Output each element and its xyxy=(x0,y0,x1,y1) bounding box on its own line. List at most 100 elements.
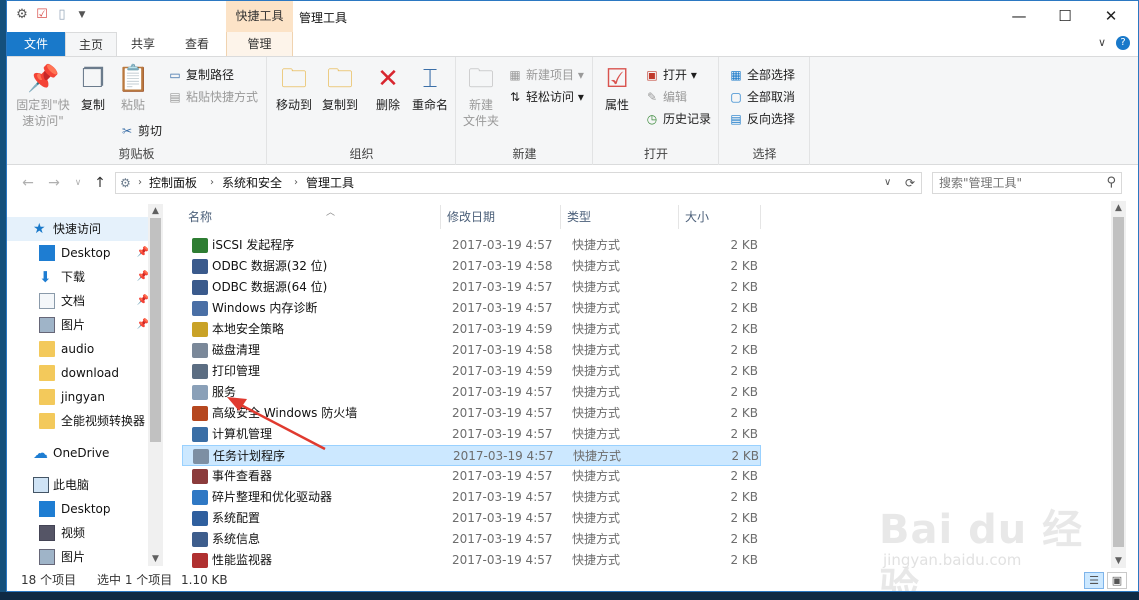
nav-quick-access[interactable]: ★ 快速访问 xyxy=(7,217,149,241)
breadcrumb-system-security[interactable]: 系统和安全 xyxy=(222,173,282,193)
nav-scroll-thumb[interactable] xyxy=(150,218,161,442)
paste-shortcut-button[interactable]: ▤ 粘贴快捷方式 xyxy=(167,87,258,107)
list-scrollbar[interactable]: ▲ ▼ xyxy=(1111,201,1126,568)
delete-button[interactable]: ✕ 删除 xyxy=(372,63,404,113)
edit-button[interactable]: ✎ 编辑 xyxy=(644,87,687,107)
file-size: 2 KB xyxy=(730,343,758,357)
file-row[interactable]: ODBC 数据源(32 位) 2017-03-19 4:58 快捷方式 2 KB xyxy=(182,256,761,277)
desktop-icon xyxy=(39,501,55,517)
paste-button[interactable]: 📋 粘贴 xyxy=(115,63,151,113)
nav-item-documents[interactable]: 文档 📌 xyxy=(7,289,149,313)
pin-quick-access-button[interactable]: 📌 固定到"快 速访问" xyxy=(13,63,73,129)
easy-access-button[interactable]: ⇅ 轻松访问 ▾ xyxy=(507,87,584,107)
nav-pc-videos[interactable]: 视频 xyxy=(7,521,149,545)
tab-share[interactable]: 共享 xyxy=(117,32,169,56)
nav-item-jingyan[interactable]: jingyan xyxy=(7,385,149,409)
nav-pc-pictures[interactable]: 图片 xyxy=(7,545,149,569)
tab-file[interactable]: 文件 xyxy=(7,32,65,56)
select-none-button[interactable]: ▢ 全部取消 xyxy=(728,87,795,107)
file-row[interactable]: 碎片整理和优化驱动器 2017-03-19 4:57 快捷方式 2 KB xyxy=(182,487,761,508)
maximize-button[interactable]: ☐ xyxy=(1042,1,1088,32)
move-to-button[interactable]: 🗀 移动到 xyxy=(274,63,314,113)
scroll-up-icon[interactable]: ▲ xyxy=(1111,201,1126,215)
nav-item-downloads[interactable]: ⬇ 下载 📌 xyxy=(7,265,149,289)
close-button[interactable]: ✕ xyxy=(1088,1,1134,32)
minimize-button[interactable]: — xyxy=(996,1,1042,32)
scroll-up-icon[interactable]: ▲ xyxy=(148,204,163,218)
file-row[interactable]: 服务 2017-03-19 4:57 快捷方式 2 KB xyxy=(182,382,761,403)
breadcrumb-admin-tools[interactable]: 管理工具 xyxy=(306,173,354,193)
address-dropdown-icon[interactable]: ∨ xyxy=(884,173,891,193)
cut-button[interactable]: ✂ 剪切 xyxy=(119,121,162,141)
history-button[interactable]: ◷ 历史记录 xyxy=(644,109,711,129)
new-folder-qat-icon[interactable]: ▯ xyxy=(55,7,69,23)
file-row[interactable]: 本地安全策略 2017-03-19 4:59 快捷方式 2 KB xyxy=(182,319,761,340)
file-row[interactable]: 高级安全 Windows 防火墙 2017-03-19 4:57 快捷方式 2 KB xyxy=(182,403,761,424)
customize-qat-icon[interactable]: ▼ xyxy=(75,7,89,23)
file-row[interactable]: Windows 内存诊断 2017-03-19 4:57 快捷方式 2 KB xyxy=(182,298,761,319)
help-icon[interactable]: ? xyxy=(1116,36,1130,50)
nav-item-download[interactable]: download xyxy=(7,361,149,385)
invert-selection-button[interactable]: ▤ 反向选择 xyxy=(728,109,795,129)
address-bar[interactable]: ⚙ › 控制面板 › 系统和安全 › 管理工具 ∨ ⟳ xyxy=(115,172,922,194)
column-header-size[interactable]: 大小 xyxy=(679,205,761,229)
file-row[interactable]: 系统信息 2017-03-19 4:57 快捷方式 2 KB xyxy=(182,529,761,550)
copy-button[interactable]: ❐ 复制 xyxy=(75,63,111,113)
copy-folder-icon: 🗀 xyxy=(326,64,353,94)
file-row[interactable]: 性能监视器 2017-03-19 4:57 快捷方式 2 KB xyxy=(182,550,761,571)
file-row[interactable]: 系统配置 2017-03-19 4:57 快捷方式 2 KB xyxy=(182,508,761,529)
file-row[interactable]: 打印管理 2017-03-19 4:59 快捷方式 2 KB xyxy=(182,361,761,382)
list-scroll-thumb[interactable] xyxy=(1113,217,1124,547)
ribbon-expand-icon[interactable]: ∨ xyxy=(1098,36,1106,50)
file-row[interactable]: 磁盘清理 2017-03-19 4:58 快捷方式 2 KB xyxy=(182,340,761,361)
up-button[interactable]: ↑ xyxy=(91,174,109,192)
tab-manage[interactable]: 管理 xyxy=(226,32,293,56)
nav-this-pc[interactable]: 此电脑 xyxy=(7,473,149,497)
search-box[interactable]: ⚲ xyxy=(932,172,1122,194)
nav-scrollbar[interactable]: ▲ ▼ xyxy=(148,204,163,566)
nav-item-desktop[interactable]: Desktop 📌 xyxy=(7,241,149,265)
recent-locations-button[interactable]: ∨ xyxy=(69,174,87,192)
column-header-type[interactable]: 类型 xyxy=(561,205,679,229)
properties-button[interactable]: ☑ 属性 xyxy=(600,63,634,113)
large-icons-view-icon[interactable]: ▣ xyxy=(1107,572,1127,589)
back-button[interactable]: ← xyxy=(19,174,37,192)
refresh-icon[interactable]: ⟳ xyxy=(905,173,915,193)
column-header-date[interactable]: 修改日期 xyxy=(441,205,561,229)
tab-home[interactable]: 主页 xyxy=(65,32,117,56)
new-folder-button[interactable]: 🗀 新建 文件夹 xyxy=(461,63,501,129)
copy-to-button[interactable]: 🗀 复制到 xyxy=(320,63,360,113)
system-menu-icon[interactable]: ⚙ xyxy=(15,7,29,23)
search-input[interactable] xyxy=(939,175,1099,191)
file-row[interactable]: ODBC 数据源(64 位) 2017-03-19 4:57 快捷方式 2 KB xyxy=(182,277,761,298)
file-size: 2 KB xyxy=(730,532,758,546)
breadcrumb-control-panel[interactable]: 控制面板 xyxy=(149,173,197,193)
open-button[interactable]: ▣ 打开 ▾ xyxy=(644,65,697,85)
column-header-name[interactable]: 名称 ︿ xyxy=(182,205,441,229)
properties-qat-icon[interactable]: ☑ xyxy=(35,7,49,23)
nav-pc-desktop[interactable]: Desktop xyxy=(7,497,149,521)
details-view-icon[interactable]: ☰ xyxy=(1084,572,1104,589)
tab-view[interactable]: 查看 xyxy=(169,32,225,56)
breadcrumb-separator[interactable]: › xyxy=(138,173,142,193)
scroll-down-icon[interactable]: ▼ xyxy=(148,552,163,566)
nav-onedrive[interactable]: ☁ OneDrive xyxy=(7,441,149,465)
nav-item-pictures[interactable]: 图片 📌 xyxy=(7,313,149,337)
breadcrumb-separator[interactable]: › xyxy=(210,173,214,193)
select-all-button[interactable]: ▦ 全部选择 xyxy=(728,65,795,85)
new-item-button[interactable]: ▦ 新建项目 ▾ xyxy=(507,65,584,85)
file-size: 2 KB xyxy=(730,469,758,483)
video-icon xyxy=(39,525,55,541)
rename-button[interactable]: ⌶ 重命名 xyxy=(408,63,452,113)
scroll-down-icon[interactable]: ▼ xyxy=(1111,554,1126,568)
file-row[interactable]: 任务计划程序 2017-03-19 4:57 快捷方式 2 KB xyxy=(182,445,761,466)
breadcrumb-separator[interactable]: › xyxy=(294,173,298,193)
forward-button[interactable]: → xyxy=(45,174,63,192)
file-row[interactable]: 事件查看器 2017-03-19 4:57 快捷方式 2 KB xyxy=(182,466,761,487)
file-row[interactable]: 计算机管理 2017-03-19 4:57 快捷方式 2 KB xyxy=(182,424,761,445)
nav-item-audio[interactable]: audio xyxy=(7,337,149,361)
file-row[interactable]: iSCSI 发起程序 2017-03-19 4:57 快捷方式 2 KB xyxy=(182,235,761,256)
copy-path-button[interactable]: ▭ 复制路径 xyxy=(167,65,234,85)
control-panel-icon: ⚙ xyxy=(120,176,131,190)
nav-item-video-converter[interactable]: 全能视频转换器 xyxy=(7,409,149,433)
